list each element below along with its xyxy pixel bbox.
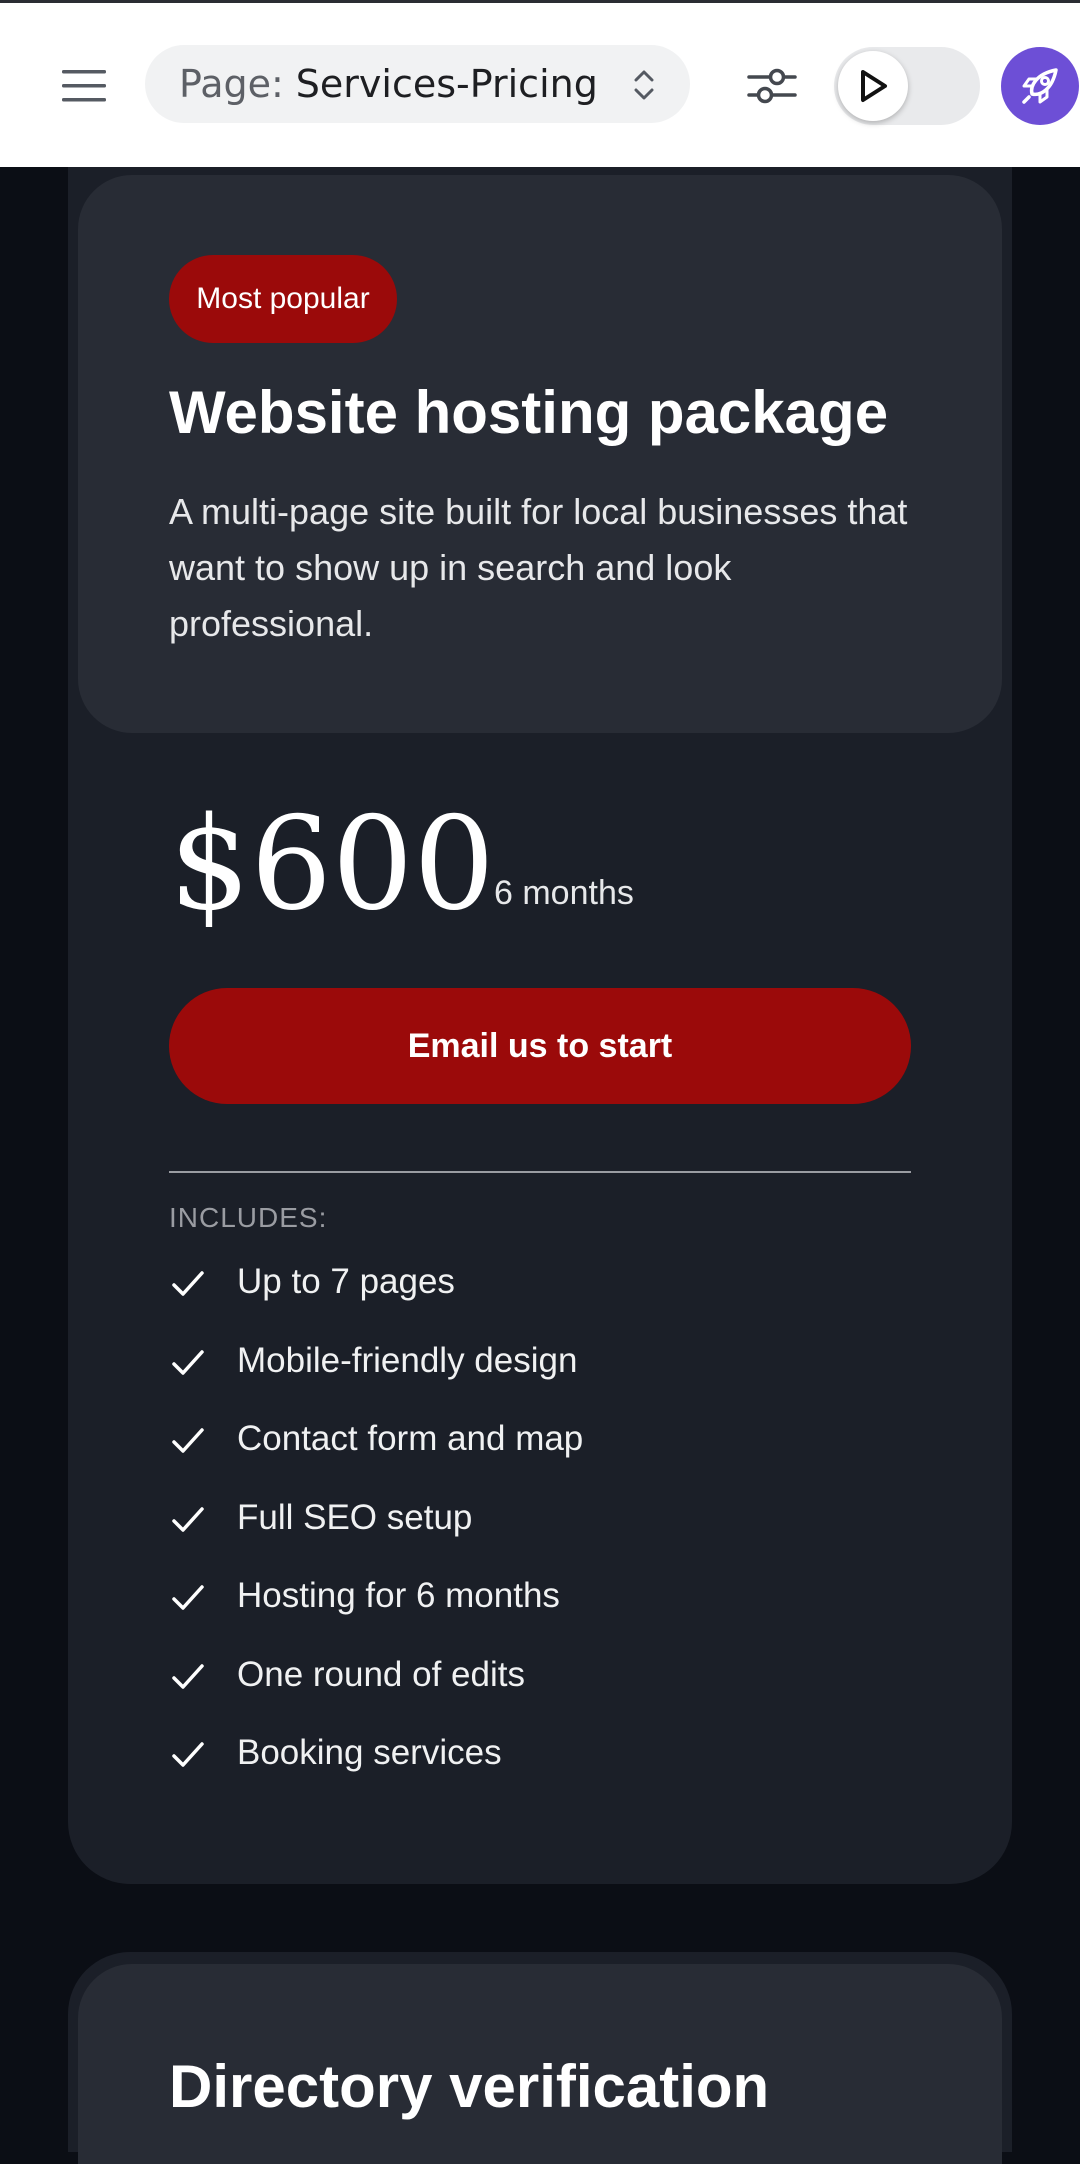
check-icon bbox=[172, 1663, 204, 1689]
plan-period: 6 months bbox=[494, 874, 634, 912]
feature-list: Up to 7 pages Mobile-friendly design Con… bbox=[169, 1262, 583, 1812]
plan-description: A multi-page site built for local busine… bbox=[169, 491, 908, 644]
includes-label: INCLUDES: bbox=[169, 1202, 328, 1233]
chevron-up-down-icon bbox=[634, 70, 654, 100]
page-selector-value: Services-Pricing bbox=[295, 62, 598, 106]
rocket-icon bbox=[1022, 68, 1058, 104]
check-icon bbox=[172, 1742, 204, 1767]
check-icon bbox=[172, 1271, 204, 1296]
feature-text: Booking services bbox=[237, 1733, 502, 1772]
feature-text: Hosting for 6 months bbox=[237, 1576, 560, 1615]
settings-button[interactable] bbox=[744, 57, 800, 113]
divider bbox=[169, 1171, 911, 1173]
email-cta-button[interactable]: Email us to start bbox=[169, 988, 911, 1104]
page-selector-prefix: Page: bbox=[179, 62, 284, 106]
check-icon bbox=[172, 1428, 204, 1453]
check-icon bbox=[172, 1506, 204, 1532]
feature-text: One round of edits bbox=[237, 1654, 525, 1694]
popular-badge: Most popular bbox=[169, 255, 397, 343]
preview-toggle[interactable] bbox=[834, 47, 980, 125]
feature-item: Hosting for 6 months bbox=[169, 1576, 583, 1655]
play-icon bbox=[861, 70, 887, 102]
menu-button[interactable] bbox=[54, 61, 114, 111]
launch-button[interactable] bbox=[1001, 47, 1079, 125]
feature-text: Up to 7 pages bbox=[237, 1262, 455, 1301]
hamburger-menu-icon bbox=[62, 70, 106, 102]
feature-item: Booking services bbox=[169, 1733, 583, 1812]
page-selector[interactable]: Page: Services-Pricing bbox=[145, 45, 690, 123]
next-plan-title: Directory verification bbox=[169, 2053, 770, 2120]
feature-text: Mobile-friendly design bbox=[237, 1340, 578, 1380]
sliders-icon bbox=[747, 68, 797, 104]
feature-text: Contact form and map bbox=[237, 1419, 584, 1458]
preview-toggle-knob bbox=[838, 51, 908, 121]
check-icon bbox=[172, 1585, 204, 1610]
feature-item: Up to 7 pages bbox=[169, 1262, 583, 1341]
check-icon bbox=[172, 1349, 204, 1375]
top-toolbar: Page: Services-Pricing bbox=[0, 3, 1080, 167]
plan-title: Website hosting package bbox=[169, 379, 889, 446]
feature-item: Full SEO setup bbox=[169, 1498, 583, 1577]
feature-item: Mobile-friendly design bbox=[169, 1341, 583, 1420]
feature-item: One round of edits bbox=[169, 1655, 583, 1734]
feature-text: Full SEO setup bbox=[237, 1497, 473, 1537]
plan-price: $600 bbox=[169, 790, 495, 939]
feature-item: Contact form and map bbox=[169, 1419, 583, 1498]
